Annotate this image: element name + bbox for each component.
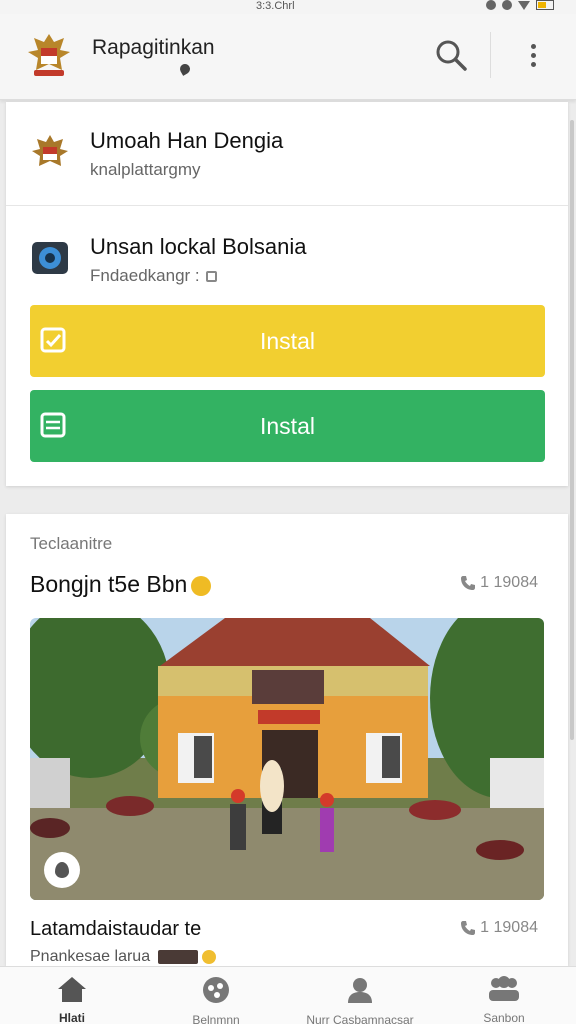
install-label: Instal (260, 412, 315, 439)
post-title[interactable]: Bongjn t5e Bbn (30, 571, 212, 598)
nav-home[interactable]: Hlati (0, 975, 144, 1024)
phone-icon (461, 576, 476, 590)
checkbox-icon (40, 327, 66, 353)
nav-group[interactable]: Sanbon (432, 975, 576, 1024)
app-title: Unsan lockal Bolsania (90, 234, 307, 259)
nav-label: Hlati (58, 1011, 85, 1024)
app-list-card: Umoah Han Dengia knalplattargmy Unsan lo… (6, 102, 568, 486)
more-options-icon[interactable] (520, 36, 546, 74)
notification-icon (486, 0, 496, 10)
verified-badge-icon (191, 575, 212, 596)
title-decoration-icon (178, 62, 192, 76)
phone-number: 1 19084 (480, 574, 538, 591)
nav-explore[interactable]: Belnmnn (144, 975, 288, 1024)
lock-icon (205, 271, 217, 283)
home-icon (55, 975, 89, 1003)
app-title: Rapagitinkan (92, 36, 215, 59)
emblem-icon (32, 135, 68, 166)
building-photo[interactable] (30, 618, 544, 900)
camera-app-icon (32, 242, 68, 274)
nav-label: Sanbon (483, 1011, 525, 1024)
status-time: 3:3.Chrl (256, 0, 295, 12)
battery-icon (536, 0, 554, 10)
post2-phone[interactable]: 1 19084 (460, 919, 538, 937)
post2-subtitle: Pnankesae larua (30, 948, 217, 966)
feed-card: Teclaanitre Bongjn t5e Bbn 1 19084 Latam… (6, 514, 568, 966)
scrollbar[interactable] (570, 120, 574, 740)
bottom-navigation: Hlati Belnmnn Nurr Casbamnacsar Sanbon (0, 966, 576, 1024)
post2-subtitle-text: Pnankesae larua (30, 948, 151, 965)
post-title-text: Bongjn t5e Bbn (30, 571, 188, 597)
app-bar: Rapagitinkan (0, 14, 576, 100)
app-subtitle: Fndaedkangr : (90, 266, 217, 286)
install-label: Instal (260, 327, 315, 354)
app-row-1[interactable]: Umoah Han Dengia knalplattargmy (6, 102, 568, 206)
section-label: Teclaanitre (30, 534, 113, 553)
badge-icon (202, 949, 217, 964)
nav-profile[interactable]: Nurr Casbamnacsar (288, 975, 432, 1024)
status-bar: 3:3.Chrl (0, 0, 576, 14)
install-button-green[interactable]: Instal (30, 390, 545, 462)
list-icon (40, 412, 66, 438)
thumbnail-image (158, 949, 199, 964)
explore-icon (199, 975, 233, 1005)
app-row-2[interactable]: Unsan lockal Bolsania Fndaedkangr : (6, 206, 568, 296)
system-icons (486, 0, 554, 10)
search-icon[interactable] (432, 36, 470, 74)
post-phone[interactable]: 1 19084 (460, 574, 538, 592)
group-icon (487, 975, 521, 1003)
phone-number: 1 19084 (480, 919, 538, 936)
appbar-divider (490, 32, 491, 78)
app-title: Umoah Han Dengia (90, 128, 284, 153)
app-subtitle: knalplattargmy (90, 160, 201, 179)
post2-title[interactable]: Latamdaistaudar te (30, 918, 201, 941)
nav-label: Belnmnn (192, 1013, 240, 1024)
phone-icon (461, 921, 476, 935)
profile-icon (343, 975, 377, 1005)
building-photo-image (30, 618, 544, 900)
garuda-emblem-logo-icon (28, 34, 70, 76)
location-pin-icon[interactable] (44, 852, 80, 888)
install-button-yellow[interactable]: Instal (30, 305, 545, 377)
wifi-icon (518, 0, 530, 10)
nav-label: Nurr Casbamnacsar (306, 1013, 414, 1024)
signal-icon (502, 0, 512, 10)
app-subtitle-text: Fndaedkangr : (90, 266, 200, 285)
